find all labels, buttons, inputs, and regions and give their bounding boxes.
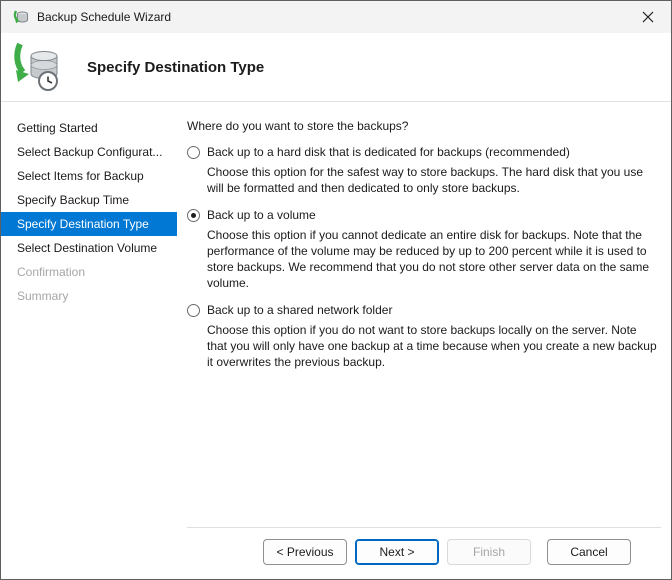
- wizard-footer: < Previous Next > Finish Cancel: [187, 527, 661, 579]
- step-select-items-for-backup: Select Items for Backup: [17, 169, 144, 183]
- option-description-volume: Choose this option if you cannot dedicat…: [207, 228, 650, 290]
- radio-button-icon[interactable]: [187, 145, 200, 159]
- backup-app-icon: [13, 9, 29, 25]
- question-text: Where do you want to store the backups?: [187, 119, 409, 133]
- radio-label-shared-network-folder[interactable]: Back up to a shared network folder: [207, 303, 392, 317]
- step-getting-started: Getting Started: [17, 121, 98, 135]
- wizard-steps-sidebar: Getting Started Select Backup Configurat…: [1, 102, 177, 579]
- backup-schedule-wizard-window: Backup Schedule Wizard Specify Destinati…: [0, 0, 672, 580]
- wizard-content-column: Where do you want to store the backups? …: [177, 102, 671, 579]
- wizard-content: Where do you want to store the backups? …: [187, 102, 661, 527]
- window-title: Backup Schedule Wizard: [37, 10, 172, 24]
- finish-button: Finish: [447, 539, 531, 565]
- previous-button[interactable]: < Previous: [263, 539, 347, 565]
- page-title: Specify Destination Type: [87, 58, 265, 76]
- option-description-shared-network-folder: Choose this option if you do not want to…: [207, 323, 657, 369]
- radio-label-dedicated-disk[interactable]: Back up to a hard disk that is dedicated…: [207, 145, 570, 159]
- radio-button-icon[interactable]: [187, 303, 200, 317]
- close-button[interactable]: [625, 1, 671, 33]
- radio-row-volume[interactable]: Back up to a volume: [187, 208, 661, 222]
- option-description-dedicated-disk: Choose this option for the safest way to…: [207, 165, 644, 195]
- radio-row-shared-network-folder[interactable]: Back up to a shared network folder: [187, 303, 661, 317]
- radio-button-icon[interactable]: [187, 208, 200, 222]
- cancel-button[interactable]: Cancel: [547, 539, 631, 565]
- option-volume: Back up to a volume Choose this option i…: [187, 208, 661, 291]
- step-confirmation: Confirmation: [17, 265, 86, 279]
- next-button[interactable]: Next >: [355, 539, 439, 565]
- step-summary: Summary: [17, 289, 69, 303]
- wizard-body: Getting Started Select Backup Configurat…: [1, 102, 671, 579]
- option-dedicated-disk: Back up to a hard disk that is dedicated…: [187, 145, 661, 196]
- radio-row-dedicated-disk[interactable]: Back up to a hard disk that is dedicated…: [187, 145, 661, 159]
- radio-label-volume[interactable]: Back up to a volume: [207, 208, 316, 222]
- titlebar: Backup Schedule Wizard: [1, 1, 671, 33]
- option-shared-network-folder: Back up to a shared network folder Choos…: [187, 303, 661, 370]
- step-specify-destination-type: Specify Destination Type: [1, 212, 177, 236]
- backup-disks-clock-icon: [11, 42, 61, 92]
- step-select-destination-volume: Select Destination Volume: [17, 241, 158, 255]
- step-select-backup-configuration: Select Backup Configurat...: [17, 145, 163, 159]
- wizard-header: Specify Destination Type: [1, 33, 671, 102]
- close-icon: [642, 11, 654, 23]
- step-specify-backup-time: Specify Backup Time: [17, 193, 130, 207]
